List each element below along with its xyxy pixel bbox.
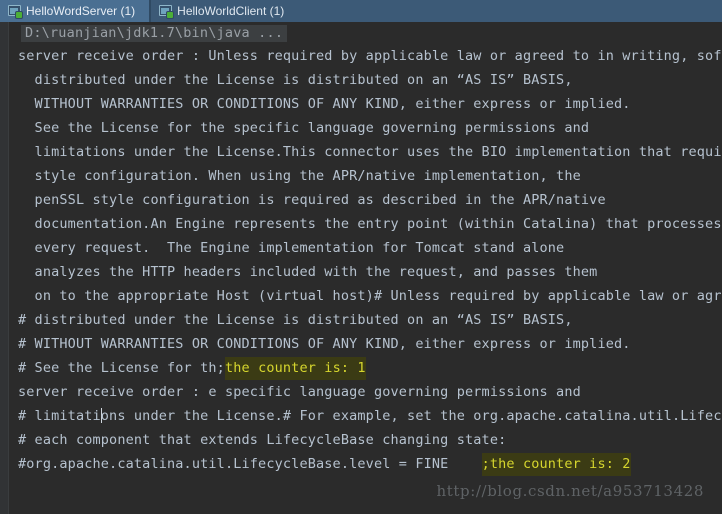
console-line: distributed under the License is distrib… xyxy=(0,68,722,92)
console-line: server receive order : Unless required b… xyxy=(0,44,722,68)
console-line: # each component that extends LifecycleB… xyxy=(0,428,722,452)
console-text-segment: # each component that extends LifecycleB… xyxy=(18,432,507,448)
highlighted-counter-text: the counter is: 1 xyxy=(224,357,366,380)
console-line: WITHOUT WARRANTIES OR CONDITIONS OF ANY … xyxy=(0,92,722,116)
console-text-segment: # distributed under the License is distr… xyxy=(18,312,573,328)
tab-label: HelloWordServer (1) xyxy=(26,4,136,18)
console-text-segment: distributed under the License is distrib… xyxy=(18,72,573,88)
console-text-segment: #org.apache.catalina.util.LifecycleBase.… xyxy=(18,456,482,472)
console-text-segment: penSSL style configuration is required a… xyxy=(18,192,606,208)
run-process-icon xyxy=(8,5,22,18)
console-text-segment: style configuration. When using the APR/… xyxy=(18,168,581,184)
console-text-segment: every request. The Engine implementation… xyxy=(18,240,565,256)
console-text-segment: on to the appropriate Host (virtual host… xyxy=(18,288,722,304)
console-line: # distributed under the License is distr… xyxy=(0,308,722,332)
console-text-segment: # WITHOUT WARRANTIES OR CONDITIONS OF AN… xyxy=(18,336,631,352)
tab-label: HelloWorldClient (1) xyxy=(177,4,285,18)
console-text-segment: # limitati xyxy=(18,408,101,424)
console-line: #org.apache.catalina.util.LifecycleBase.… xyxy=(0,452,722,476)
console-line: limitations under the License.This conne… xyxy=(0,140,722,164)
console-line: analyzes the HTTP headers included with … xyxy=(0,260,722,284)
tabbar-empty-space xyxy=(298,0,722,22)
console-text-segment: # See the License for th; xyxy=(18,360,225,376)
run-tool-window-tabbar: HelloWordServer (1) HelloWorldClient (1) xyxy=(0,0,722,22)
console-line: penSSL style configuration is required a… xyxy=(0,188,722,212)
console-line: every request. The Engine implementation… xyxy=(0,236,722,260)
console-text-segment: analyzes the HTTP headers included with … xyxy=(18,264,598,280)
command-line-text: D:\ruanjian\jdk1.7\bin\java ... xyxy=(21,25,288,42)
console-text-segment: documentation.An Engine represents the e… xyxy=(18,216,722,232)
console-line: # limitations under the License.# For ex… xyxy=(0,404,722,428)
console-line: # WITHOUT WARRANTIES OR CONDITIONS OF AN… xyxy=(0,332,722,356)
console-text-segment: server receive order : e specific langua… xyxy=(18,384,581,400)
console-line-list: server receive order : Unless required b… xyxy=(0,44,722,476)
console-line: on to the appropriate Host (virtual host… xyxy=(0,284,722,308)
console-text-segment: server receive order : Unless required b… xyxy=(18,48,722,64)
console-line: documentation.An Engine represents the e… xyxy=(0,212,722,236)
console-output-area[interactable]: D:\ruanjian\jdk1.7\bin\java ... server r… xyxy=(0,22,722,514)
console-text-segment: limitations under the License.This conne… xyxy=(18,144,722,160)
highlighted-counter-text: ;the counter is: 2 xyxy=(481,453,631,476)
console-line: style configuration. When using the APR/… xyxy=(0,164,722,188)
console-line: # See the License for th;the counter is:… xyxy=(0,356,722,380)
console-text-segment: ons under the License.# For example, set… xyxy=(100,408,722,424)
run-process-icon xyxy=(159,5,174,18)
tab-hello-word-server[interactable]: HelloWordServer (1) xyxy=(0,0,150,22)
console-text-segment: See the License for the specific languag… xyxy=(18,120,590,136)
console-line: server receive order : e specific langua… xyxy=(0,380,722,404)
console-line: See the License for the specific languag… xyxy=(0,116,722,140)
tab-hello-world-client[interactable]: HelloWorldClient (1) xyxy=(151,0,299,22)
console-text-segment: WITHOUT WARRANTIES OR CONDITIONS OF ANY … xyxy=(18,96,631,112)
watermark-text: http://blog.csdn.net/a953713428 xyxy=(436,482,704,500)
